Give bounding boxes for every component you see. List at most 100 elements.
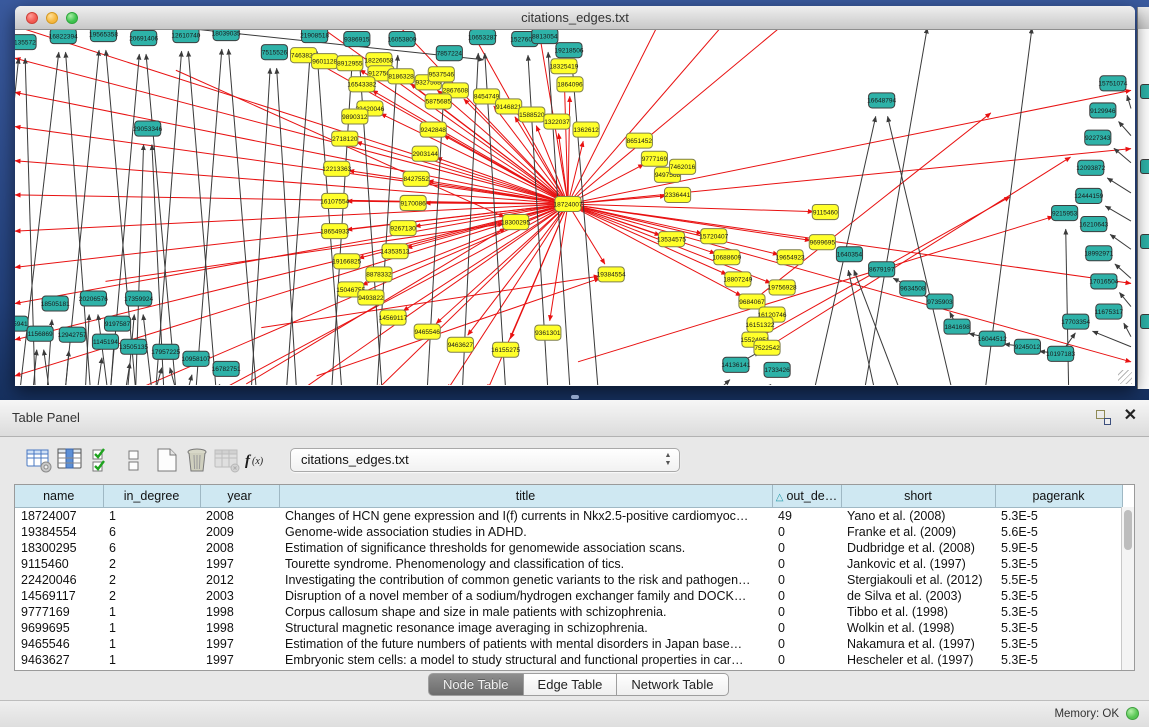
table-column-icon[interactable] [55,445,85,475]
graph-node[interactable]: 10197183 [1046,346,1075,361]
graph-node[interactable]: 9215953 [1052,205,1078,220]
tab-edge-table[interactable]: Edge Table [524,673,618,696]
table-cell[interactable]: 1 [103,652,200,668]
row-height-icon[interactable] [120,445,150,475]
graph-node[interactable]: 2903144 [412,146,438,161]
table-cell[interactable]: 5.6E-5 [995,524,1122,540]
graph-node[interactable]: 2336441 [664,187,690,202]
table-cell[interactable]: 5.3E-5 [995,652,1122,668]
graph-node[interactable]: 19166825 [332,254,361,269]
graph-node[interactable]: 17016504 [1089,274,1118,289]
graph-node[interactable]: 19218506 [554,43,583,58]
table-cell[interactable]: 6 [103,524,200,540]
table-cell[interactable]: 2 [103,556,200,572]
scrollbar-thumb[interactable] [1124,510,1132,550]
table-cell[interactable]: Yano et al. (2008) [841,507,995,524]
delete-trash-icon[interactable] [182,445,212,475]
graph-node[interactable]: 12213363 [322,161,351,176]
graph-node[interactable]: 7515526 [261,45,287,60]
table-cell[interactable]: 5.3E-5 [995,604,1122,620]
graph-node[interactable]: 18992971 [1084,246,1113,261]
graph-node[interactable]: 15720407 [699,229,728,244]
table-settings-icon[interactable] [24,445,54,475]
graph-node[interactable]: 8679197 [869,262,895,277]
graph-node[interactable]: 9463627 [447,337,473,352]
table-cell[interactable]: 6 [103,540,200,556]
graph-node[interactable]: 9146821 [496,99,522,114]
graph-node[interactable]: 1640354 [836,247,862,262]
table-cell[interactable]: Embryonic stem cells: a model to study s… [279,652,772,668]
table-cell[interactable]: 9777169 [15,604,103,620]
table-row[interactable]: 969969511998Structural magnetic resonanc… [15,620,1122,636]
graph-node[interactable]: 9777169 [641,151,667,166]
graph-node[interactable]: 13534575 [657,232,686,247]
graph-node[interactable]: 9537546 [428,67,454,82]
table-cell[interactable]: 1997 [200,652,279,668]
graph-node[interactable]: 12093872 [1076,160,1105,175]
graph-node[interactable]: 20691406 [129,31,158,46]
function-builder-icon[interactable]: f(x) [243,449,273,479]
graph-node[interactable]: 15751074 [1098,76,1127,91]
graph-node[interactable]: 1733426 [764,362,790,377]
graph-node[interactable]: 18724007 [553,196,582,211]
graph-node[interactable]: 14569117 [379,310,408,325]
table-row[interactable]: 911546021997Tourette syndrome. Phenomeno… [15,556,1122,572]
graph-node[interactable]: 9135572 [15,35,36,50]
table-cell[interactable]: 5.3E-5 [995,620,1122,636]
column-header-pagerank[interactable]: pagerank [995,485,1122,507]
graph-node[interactable]: 9361301 [535,325,561,340]
table-row[interactable]: 1830029562008Estimation of significance … [15,540,1122,556]
table-cell[interactable]: 1 [103,604,200,620]
graph-node[interactable]: 9465546 [414,324,440,339]
table-cell[interactable]: 1 [103,507,200,524]
graph-node[interactable]: 9601128 [312,54,338,69]
table-cell[interactable]: Estimation of significance thresholds fo… [279,540,772,556]
table-cell[interactable]: 0 [772,604,841,620]
table-cell[interactable]: 2 [103,572,200,588]
table-cell[interactable]: 1 [103,620,200,636]
graph-node[interactable]: 13505135 [119,339,148,354]
graph-node[interactable]: 18039035 [212,30,241,41]
graph-node[interactable]: 9890312 [342,109,368,124]
table-cell[interactable]: 5.3E-5 [995,588,1122,604]
table-cell[interactable]: 2008 [200,540,279,556]
table-cell[interactable]: Franke et al. (2009) [841,524,995,540]
tab-network-table[interactable]: Network Table [617,673,728,696]
network-canvas[interactable]: 9135572168223941956535820691406126107401… [15,30,1133,385]
table-row[interactable]: 1872400712008Changes of HCN gene express… [15,507,1122,524]
table-cell[interactable]: Structural magnetic resonance image aver… [279,620,772,636]
graph-node[interactable]: 1145194 [92,334,118,349]
close-panel-icon[interactable]: ✕ [1124,407,1137,425]
table-cell[interactable]: 1998 [200,604,279,620]
graph-node[interactable]: 8878332 [366,267,392,282]
graph-node[interactable]: 10958107 [181,351,210,366]
graph-node[interactable]: 16210643 [1079,217,1108,232]
table-cell[interactable]: 0 [772,556,841,572]
table-cell[interactable]: Stergiakouli et al. (2012) [841,572,995,588]
graph-node[interactable]: 29053346 [133,121,162,136]
column-header-title[interactable]: title [279,485,772,507]
table-cell[interactable]: 9463627 [15,652,103,668]
column-header-out-degree[interactable]: △out_de… [772,485,841,507]
column-header-year[interactable]: year [200,485,279,507]
graph-node[interactable]: 7857224 [436,46,462,61]
graph-node[interactable]: 9115460 [812,204,838,219]
tab-node-table[interactable]: Node Table [428,673,524,696]
graph-node[interactable]: 8186328 [388,69,414,84]
table-cell[interactable]: 1998 [200,620,279,636]
graph-node[interactable]: 8427552 [403,171,429,186]
table-cell[interactable]: 5.3E-5 [995,507,1122,524]
graph-node[interactable]: 1362612 [573,122,599,137]
graph-node[interactable]: 9267130 [390,221,416,236]
table-cell[interactable]: de Silva et al. (2003) [841,588,995,604]
graph-node[interactable]: 16648794 [867,93,896,108]
graph-node[interactable]: 12444159 [1074,188,1103,203]
select-rows-icon[interactable] [88,445,118,475]
table-row[interactable]: 2242004622012Investigating the contribut… [15,572,1122,588]
graph-node[interactable]: 3915941 [15,316,28,331]
graph-node[interactable]: 16155275 [491,342,520,357]
graph-node[interactable]: 1864096 [557,77,583,92]
float-panel-icon[interactable] [1096,410,1111,425]
graph-node[interactable]: 8813054 [532,30,558,44]
graph-node[interactable]: 20206576 [79,291,108,306]
